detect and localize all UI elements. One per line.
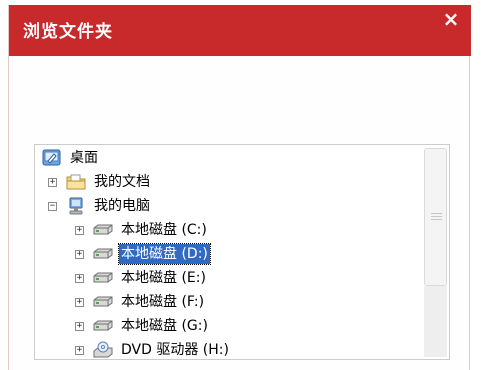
close-icon[interactable]: ×: [439, 7, 463, 31]
tree-item-label: 我的文档: [94, 174, 150, 190]
tree-item-drive-f[interactable]: + 本地磁盘 (F:): [75, 290, 206, 314]
expand-icon[interactable]: +: [48, 177, 57, 187]
grip-line: [431, 216, 442, 217]
tree-item-desktop[interactable]: 桌面: [41, 146, 100, 170]
tree-item-label: DVD 驱动器 (H:): [121, 342, 229, 358]
browse-folder-dialog: 浏览文件夹 × 桌面 + 我的文档 − 我的电脑 + 本地磁盘 (C:) + 本…: [8, 5, 471, 370]
scrollbar-thumb[interactable]: [424, 148, 447, 286]
scrollbar-track[interactable]: [424, 286, 447, 357]
hard-drive-icon: [92, 269, 114, 287]
tree-item-drive-e[interactable]: + 本地磁盘 (E:): [75, 266, 208, 290]
folder-tree: 桌面 + 我的文档 − 我的电脑 + 本地磁盘 (C:) + 本地磁盘 (D:)…: [34, 144, 450, 360]
expand-icon[interactable]: +: [75, 273, 84, 283]
my-documents-folder-icon: [65, 173, 87, 191]
grip-line: [431, 213, 442, 214]
tree-item-my-computer[interactable]: − 我的电脑: [48, 194, 152, 218]
tree-item-label: 本地磁盘 (F:): [121, 294, 205, 310]
hard-drive-icon: [92, 245, 114, 263]
tree-item-label: 本地磁盘 (C:): [121, 222, 207, 238]
tree-item-label: 本地磁盘 (E:): [121, 270, 206, 286]
hard-drive-icon: [92, 221, 114, 239]
expand-icon[interactable]: +: [75, 321, 84, 331]
tree-item-dvd-drive-h[interactable]: + DVD 驱动器 (H:): [75, 338, 231, 359]
tree-item-label: 我的电脑: [94, 198, 150, 214]
hard-drive-icon: [92, 317, 114, 335]
dvd-drive-icon: [92, 341, 114, 359]
tree-item-drive-d[interactable]: + 本地磁盘 (D:): [75, 242, 211, 266]
desktop-icon: [41, 149, 63, 167]
expand-icon[interactable]: +: [75, 249, 84, 259]
tree-item-label: 桌面: [70, 150, 98, 166]
vertical-scrollbar[interactable]: [423, 148, 448, 357]
expand-icon[interactable]: +: [75, 345, 84, 355]
grip-line: [431, 219, 442, 220]
folder-tree-rows: 桌面 + 我的文档 − 我的电脑 + 本地磁盘 (C:) + 本地磁盘 (D:)…: [35, 145, 415, 359]
tree-item-drive-g[interactable]: + 本地磁盘 (G:): [75, 314, 210, 338]
hard-drive-icon: [92, 293, 114, 311]
expand-icon[interactable]: +: [75, 297, 84, 307]
tree-item-drive-c[interactable]: + 本地磁盘 (C:): [75, 218, 209, 242]
my-computer-icon: [65, 197, 87, 215]
tree-item-label-selected: 本地磁盘 (D:): [118, 243, 211, 265]
expand-icon[interactable]: +: [75, 225, 84, 235]
tree-item-label: 本地磁盘 (G:): [121, 318, 208, 334]
title-bar: 浏览文件夹 ×: [9, 5, 471, 56]
collapse-icon[interactable]: −: [48, 201, 57, 211]
tree-item-my-documents[interactable]: + 我的文档: [48, 170, 152, 194]
dialog-title: 浏览文件夹: [23, 22, 113, 42]
